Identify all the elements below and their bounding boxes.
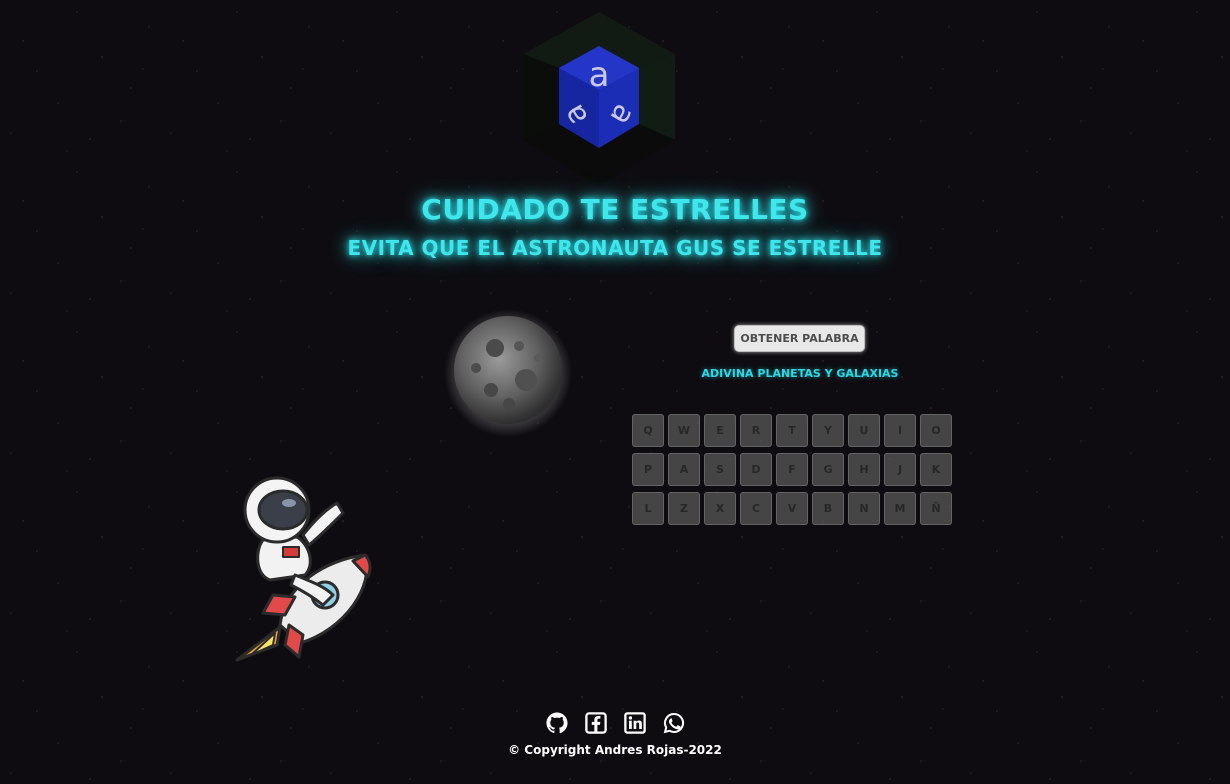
key-s[interactable]: S — [704, 453, 736, 486]
key-c[interactable]: C — [740, 492, 772, 525]
key-g[interactable]: G — [812, 453, 844, 486]
key-z[interactable]: Z — [668, 492, 700, 525]
key-h[interactable]: H — [848, 453, 880, 486]
letter-keyboard: Q W E R T Y U I O P A S D F G H J K L Z … — [632, 414, 952, 531]
whatsapp-icon[interactable] — [663, 712, 685, 734]
key-e[interactable]: E — [704, 414, 736, 447]
key-l[interactable]: L — [632, 492, 664, 525]
key-enye[interactable]: Ñ — [920, 492, 952, 525]
game-subtitle: EVITA QUE EL ASTRONAUTA GUS SE ESTRELLE — [347, 236, 883, 260]
copyright-text: © Copyright Andres Rojas-2022 — [508, 743, 722, 757]
key-a[interactable]: A — [668, 453, 700, 486]
svg-text:a: a — [589, 55, 610, 95]
moon-image — [444, 309, 572, 437]
key-x[interactable]: X — [704, 492, 736, 525]
hint-text: ADIVINA PLANETAS Y GALAXIAS — [701, 367, 899, 380]
key-k[interactable]: K — [920, 453, 952, 486]
key-u[interactable]: U — [848, 414, 880, 447]
key-m[interactable]: M — [884, 492, 916, 525]
keyboard-row-1: Q W E R T Y U I O — [632, 414, 952, 447]
key-w[interactable]: W — [668, 414, 700, 447]
astronaut-rocket-image — [235, 476, 372, 662]
key-j[interactable]: J — [884, 453, 916, 486]
key-i[interactable]: I — [884, 414, 916, 447]
linkedin-icon[interactable] — [623, 712, 646, 734]
keyboard-row-3: L Z X C V B N M Ñ — [632, 492, 952, 525]
key-n[interactable]: N — [848, 492, 880, 525]
key-v[interactable]: V — [776, 492, 808, 525]
game-title: CUIDADO TE ESTRELLES — [421, 193, 809, 226]
key-y[interactable]: Y — [812, 414, 844, 447]
social-links — [0, 712, 1230, 734]
logo: a a a — [523, 12, 675, 186]
key-f[interactable]: F — [776, 453, 808, 486]
key-b[interactable]: B — [812, 492, 844, 525]
key-r[interactable]: R — [740, 414, 772, 447]
key-o[interactable]: O — [920, 414, 952, 447]
github-icon[interactable] — [545, 712, 568, 734]
facebook-icon[interactable] — [584, 712, 607, 734]
key-p[interactable]: P — [632, 453, 664, 486]
key-q[interactable]: Q — [632, 414, 664, 447]
keyboard-row-2: P A S D F G H J K — [632, 453, 952, 486]
get-word-button[interactable]: OBTENER PALABRA — [734, 325, 865, 352]
key-d[interactable]: D — [740, 453, 772, 486]
key-t[interactable]: T — [776, 414, 808, 447]
